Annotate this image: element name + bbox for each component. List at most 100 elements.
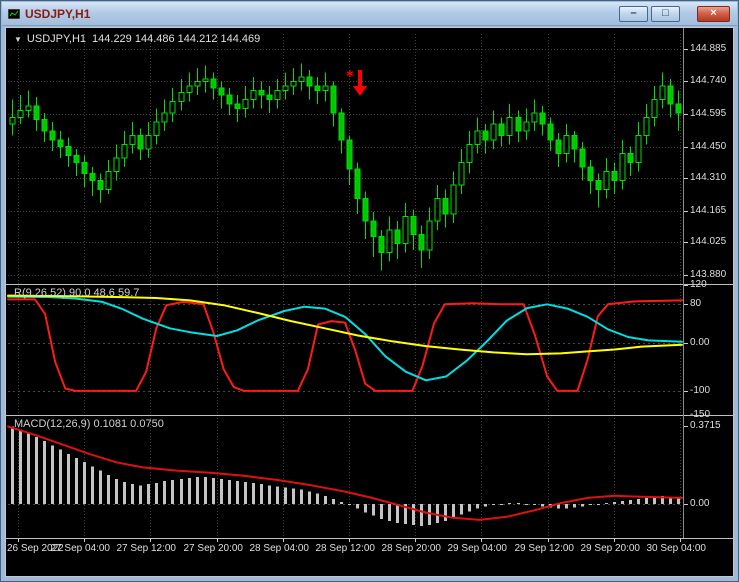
time-axis-label: 27 Sep 20:00 (183, 543, 244, 554)
candle-body (97, 179, 104, 190)
symbol-label: USDJPY,H1 (26, 33, 87, 45)
candle-body (210, 78, 217, 89)
macd-axis-label: 0.3715 (690, 420, 721, 432)
time-axis-label: 28 Sep 12:00 (315, 543, 376, 554)
indicator-level-lines (8, 304, 682, 505)
macd-axis-label: 0.00 (690, 498, 710, 510)
wpr-slow-line (7, 295, 683, 382)
candle-body (49, 130, 56, 141)
candle-body (338, 112, 345, 141)
ohlc-readout: ▼ USDJPY,H1 144.229 144.486 144.212 144.46… (14, 33, 260, 45)
candle-body (635, 134, 642, 163)
candle-body (450, 184, 457, 215)
price-axis-label: 144.025 (690, 236, 727, 248)
candle-body (41, 119, 48, 132)
candle-body (145, 134, 152, 150)
candle-body (442, 197, 449, 215)
candle-body (378, 236, 385, 253)
candle-body (25, 105, 32, 112)
candle-body (410, 215, 417, 235)
candle-body (65, 146, 72, 157)
candle-body (571, 134, 578, 150)
titlebar[interactable]: USDJPY,H1 – □ × (2, 2, 737, 26)
candle-body (402, 215, 409, 244)
candle-body (202, 78, 209, 82)
candle-body (73, 155, 80, 163)
candle-body (426, 220, 433, 251)
time-axis-label: 29 Sep 04:00 (447, 543, 508, 554)
candle-body (506, 116, 513, 136)
candle-body (226, 94, 233, 105)
minimize-button[interactable]: – (619, 6, 648, 22)
macd-indicator-values: 0.1081 0.0750 (93, 418, 164, 430)
candle-body (322, 85, 329, 91)
grid (8, 34, 682, 538)
chart-area[interactable]: * ▼ USDJPY,H1 144.229 144.486 144.212 144.… (5, 27, 734, 577)
candle-body (498, 123, 505, 136)
time-axis[interactable]: 26 Sep 2022 27 Sep 04:00 27 Sep 12:00 27 Se… (6, 543, 733, 557)
time-axis-label: 29 Sep 12:00 (514, 543, 575, 554)
time-axis-label: 30 Sep 04:00 (646, 543, 707, 554)
oscillator-axis-label: -150 (690, 409, 711, 420)
candle-body (418, 233, 425, 251)
candle-body (587, 166, 594, 181)
candle-body (282, 85, 289, 91)
candle-body (595, 179, 602, 190)
candle-body (250, 89, 257, 100)
time-axis-label: 27 Sep 12:00 (116, 543, 177, 554)
wpr-indicator-label: R(9,26,52) 90.0 48.6 59.7 (14, 287, 139, 299)
candle-body (105, 170, 112, 190)
candle-body (346, 139, 353, 170)
window-controls: – □ × (616, 6, 730, 22)
candle-body (370, 220, 377, 238)
candle-body (603, 170, 610, 190)
candle-body (547, 123, 554, 141)
candle-body (474, 130, 481, 145)
candle-body (555, 139, 562, 154)
candle-body (458, 161, 465, 186)
candle-body (129, 134, 136, 145)
candle-body (89, 173, 96, 181)
candle-body (274, 89, 281, 100)
candle-body (314, 85, 321, 91)
oscillator-axis-label: 120 (690, 279, 707, 290)
candle-body (579, 148, 586, 168)
time-axis-label: 27 Sep 04:00 (50, 543, 111, 554)
wpr-indicator-name: R(9,26,52) (14, 287, 66, 299)
close-button[interactable]: × (697, 6, 730, 22)
oscillator-axis-label: -100 (690, 384, 711, 396)
candle-body (178, 92, 185, 103)
candle-body (667, 85, 674, 105)
candle-body (306, 76, 313, 87)
price-axis[interactable]: 144.885 144.740 144.595 144.450 144.310 144.1… (690, 28, 733, 576)
candle-body (194, 80, 201, 87)
macd-indicator-label: MACD(12,26,9) 0.1081 0.0750 (14, 418, 164, 430)
wpr-indicator-values: 90.0 48.6 59.7 (69, 287, 140, 299)
candle-body (434, 197, 441, 222)
ohlc-values: 144.229 144.486 144.212 144.469 (92, 33, 261, 45)
candle-body (490, 123, 497, 141)
candle-body (362, 197, 369, 222)
candle-body (266, 94, 273, 100)
star-icon[interactable]: * (346, 67, 354, 85)
candle-body (466, 143, 473, 163)
macd-histogram (11, 426, 680, 527)
candle-body (153, 121, 160, 136)
candle-body (675, 103, 682, 114)
down-arrow-icon[interactable] (353, 70, 367, 96)
candle-body (394, 229, 401, 244)
macd-indicator-name: MACD(12,26,9) (14, 418, 91, 430)
candle-body (186, 85, 193, 94)
candle-body (659, 85, 666, 100)
candle-body (57, 139, 64, 148)
restore-button[interactable]: □ (651, 6, 680, 22)
chart-window: USDJPY,H1 – □ × * ▼ USDJPY,H1 144.229 144.… (0, 0, 739, 582)
price-axis-label: 144.310 (690, 172, 727, 184)
candle-body (9, 116, 16, 125)
candle-body (17, 110, 24, 118)
candle-body (169, 101, 176, 114)
chevron-down-icon[interactable]: ▼ (14, 35, 22, 44)
candle-body (563, 134, 570, 154)
time-axis-label: 28 Sep 20:00 (381, 543, 442, 554)
candle-body (354, 168, 361, 199)
